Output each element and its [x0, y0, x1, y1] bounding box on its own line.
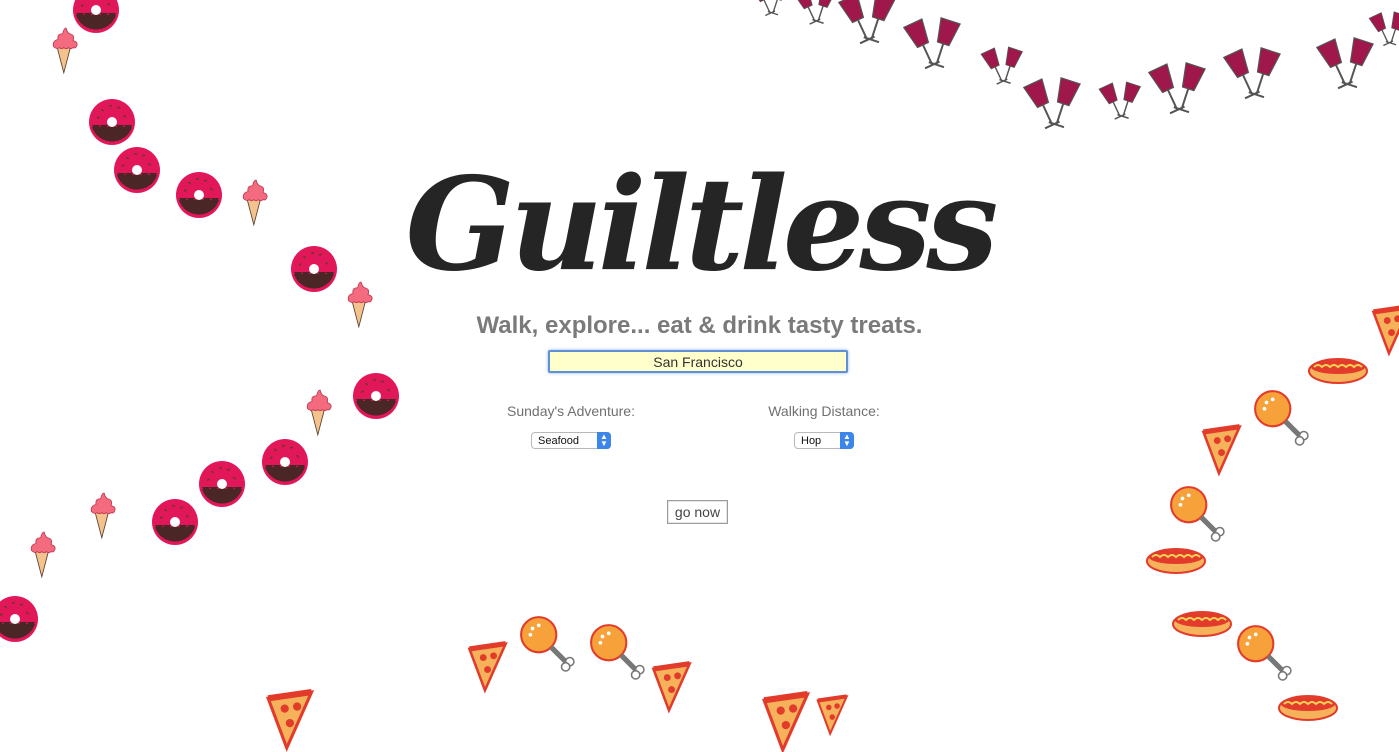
- donut-icon: [260, 437, 310, 487]
- donut-icon: [87, 97, 137, 147]
- wine-glasses-icon: [1368, 10, 1399, 47]
- hot-dog-icon: [1308, 353, 1368, 385]
- chicken-leg-icon: [518, 614, 576, 672]
- adventure-label: Sunday's Adventure:: [507, 403, 635, 419]
- pizza-icon: [466, 642, 509, 692]
- distance-label: Walking Distance:: [768, 403, 880, 419]
- chicken-leg-icon: [1235, 623, 1293, 681]
- wine-glasses-icon: [1222, 45, 1285, 101]
- pizza-icon: [264, 690, 316, 750]
- logo: Guiltless: [405, 150, 999, 300]
- donut-icon: [71, 0, 121, 35]
- chicken-leg-icon: [1168, 484, 1226, 542]
- donut-icon: [351, 371, 401, 421]
- go-now-button[interactable]: go now: [667, 500, 728, 524]
- chicken-leg-icon: [1252, 388, 1310, 446]
- distance-select-value: Hop: [801, 435, 822, 447]
- wine-glasses-icon: [1147, 60, 1210, 116]
- chicken-leg-icon: [588, 622, 646, 680]
- hot-dog-icon: [1172, 606, 1232, 638]
- donut-icon: [150, 497, 200, 547]
- wine-glasses-icon: [902, 15, 965, 71]
- wine-glasses-icon: [980, 45, 1026, 86]
- hot-dog-icon: [1278, 690, 1338, 722]
- wine-glasses-icon: [1098, 80, 1144, 121]
- hot-dog-icon: [1146, 543, 1206, 575]
- pizza-icon: [650, 662, 693, 712]
- city-input[interactable]: [548, 350, 848, 373]
- wine-glasses-icon: [750, 0, 792, 17]
- adventure-select-value: Seafood: [538, 435, 579, 447]
- ice-cream-icon: [50, 27, 78, 74]
- ice-cream-icon: [28, 531, 56, 578]
- donut-icon: [197, 459, 247, 509]
- ice-cream-icon: [88, 492, 116, 539]
- distance-select[interactable]: Hop ▲ ▼: [794, 432, 854, 449]
- ice-cream-icon: [304, 389, 332, 436]
- wine-glasses-icon: [1315, 35, 1378, 91]
- donut-icon: [0, 594, 40, 644]
- wine-glasses-icon: [837, 0, 900, 46]
- wine-glasses-icon: [1022, 75, 1085, 131]
- tagline: Walk, explore... eat & drink tasty treat…: [476, 312, 923, 339]
- wine-glasses-icon: [793, 0, 839, 26]
- chevron-updown-icon: ▲ ▼: [840, 432, 854, 449]
- pizza-icon: [1200, 425, 1243, 475]
- pizza-icon: [760, 692, 812, 752]
- chevron-updown-icon: ▲ ▼: [597, 432, 611, 449]
- pizza-icon: [815, 695, 849, 735]
- adventure-select[interactable]: Seafood ▲ ▼: [531, 432, 611, 449]
